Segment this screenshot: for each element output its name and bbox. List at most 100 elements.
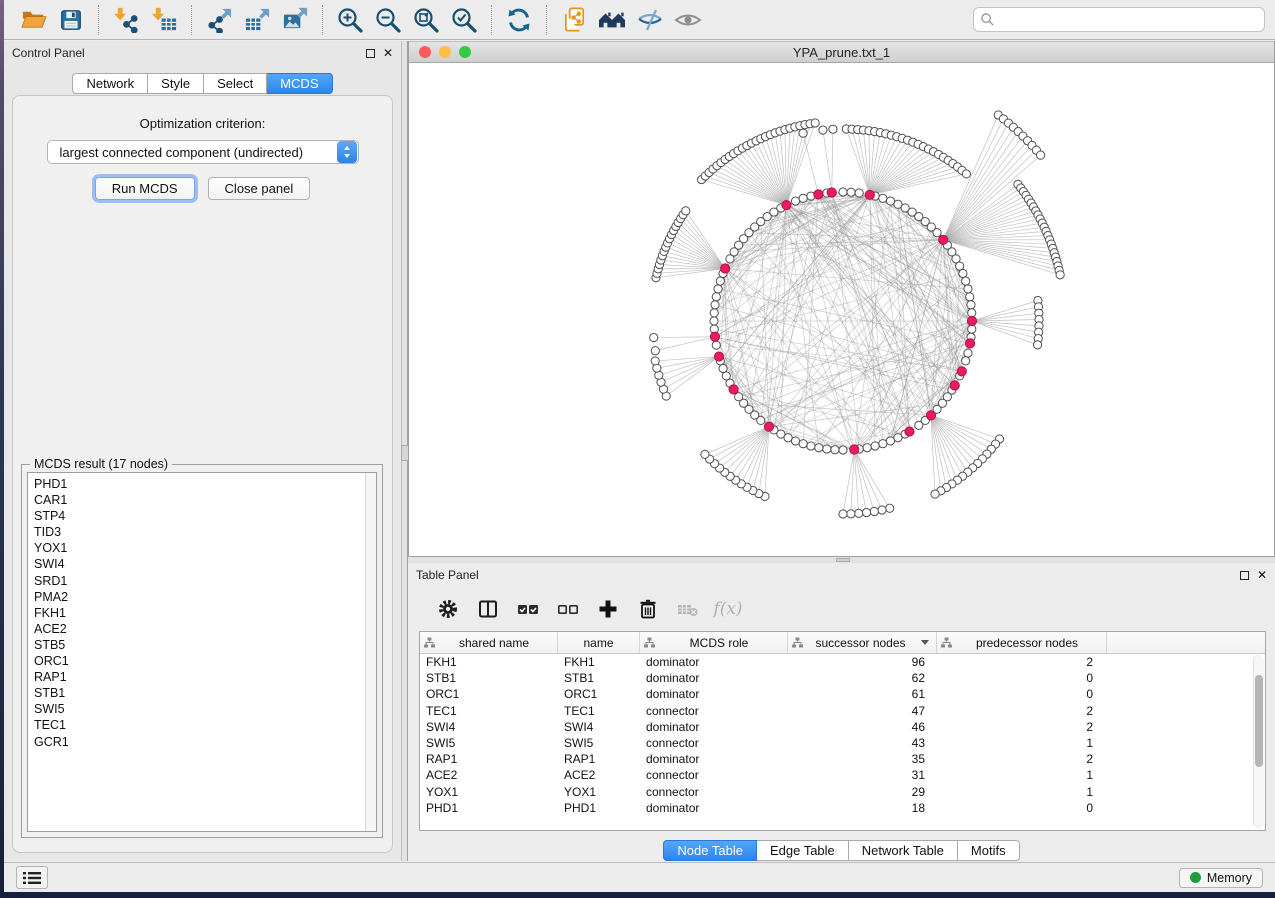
table-cell[interactable]: ACE2 [558, 767, 640, 783]
import-network-icon[interactable] [107, 4, 145, 36]
mcds-result-item[interactable]: PHD1 [34, 476, 376, 492]
select-all-icon[interactable] [508, 594, 548, 624]
save-session-icon[interactable] [52, 4, 90, 36]
table-cell[interactable]: PHD1 [420, 800, 558, 816]
import-table-icon[interactable] [145, 4, 183, 36]
mcds-result-item[interactable]: ACE2 [34, 621, 376, 637]
table-row[interactable]: ACE2ACE2connector311 [420, 767, 1252, 783]
export-network-icon[interactable] [200, 4, 238, 36]
table-cell[interactable]: connector [640, 703, 788, 719]
table-tab-edge-table[interactable]: Edge Table [757, 840, 849, 861]
table-cell[interactable]: TEC1 [558, 703, 640, 719]
deselect-all-icon[interactable] [548, 594, 588, 624]
close-panel-button[interactable]: Close panel [208, 177, 311, 200]
mcds-result-item[interactable]: TID3 [34, 524, 376, 540]
table-cell[interactable]: dominator [640, 719, 788, 735]
table-cell[interactable]: 96 [788, 654, 937, 670]
sort-chevron-icon[interactable] [921, 640, 929, 645]
mcds-result-item[interactable]: ORC1 [34, 653, 376, 669]
table-cell[interactable]: 2 [937, 654, 1107, 670]
table-cell[interactable]: 1 [937, 784, 1107, 800]
zoom-selected-icon[interactable] [445, 4, 483, 36]
table-cell[interactable]: 2 [937, 703, 1107, 719]
network-canvas[interactable] [409, 63, 1274, 556]
table-cell[interactable]: SWI4 [558, 719, 640, 735]
table-scrollbar-thumb[interactable] [1255, 675, 1263, 767]
close-panel-icon[interactable]: ✕ [383, 48, 393, 58]
show-all-icon[interactable] [669, 4, 707, 36]
table-cell[interactable]: SWI5 [420, 735, 558, 751]
open-session-icon[interactable] [14, 4, 52, 36]
table-cell[interactable]: ORC1 [420, 686, 558, 702]
mcds-result-item[interactable]: FKH1 [34, 605, 376, 621]
splitter-grip[interactable] [836, 558, 850, 562]
table-cell[interactable]: TEC1 [420, 703, 558, 719]
table-cell[interactable]: YOX1 [558, 784, 640, 800]
table-cell[interactable]: 43 [788, 735, 937, 751]
mcds-result-item[interactable]: SRD1 [34, 573, 376, 589]
zoom-in-icon[interactable] [331, 4, 369, 36]
table-cell[interactable]: PHD1 [558, 800, 640, 816]
table-cell[interactable]: 2 [937, 751, 1107, 767]
table-row[interactable]: SWI4SWI4dominator462 [420, 719, 1252, 735]
table-row[interactable]: YOX1YOX1connector291 [420, 784, 1252, 800]
table-cell[interactable]: dominator [640, 751, 788, 767]
table-row[interactable]: ORC1ORC1dominator610 [420, 686, 1252, 702]
column-header-MCDS-role[interactable]: MCDS role [640, 632, 788, 653]
table-row[interactable]: SWI5SWI5connector431 [420, 735, 1252, 751]
table-cell[interactable]: RAP1 [558, 751, 640, 767]
table-cell[interactable]: 2 [937, 719, 1107, 735]
zoom-out-icon[interactable] [369, 4, 407, 36]
tab-mcds[interactable]: MCDS [267, 73, 332, 94]
mcds-result-item[interactable]: YOX1 [34, 540, 376, 556]
mcds-result-item[interactable]: TEC1 [34, 717, 376, 733]
table-cell[interactable]: 62 [788, 670, 937, 686]
table-row[interactable]: TEC1TEC1connector472 [420, 703, 1252, 719]
table-cell[interactable]: 46 [788, 719, 937, 735]
table-cell[interactable]: RAP1 [420, 751, 558, 767]
mcds-result-item[interactable]: STP4 [34, 508, 376, 524]
first-neighbors-icon[interactable] [593, 4, 631, 36]
table-cell[interactable]: 61 [788, 686, 937, 702]
table-cell[interactable]: 0 [937, 686, 1107, 702]
table-cell[interactable]: SWI5 [558, 735, 640, 751]
table-cell[interactable]: connector [640, 784, 788, 800]
task-history-button[interactable] [16, 866, 48, 889]
search-field[interactable] [973, 7, 1265, 32]
clone-network-icon[interactable] [555, 4, 593, 36]
table-row[interactable]: FKH1FKH1dominator962 [420, 654, 1252, 670]
table-cell[interactable]: 18 [788, 800, 937, 816]
column-header-successor-nodes[interactable]: successor nodes [788, 632, 937, 653]
refresh-view-icon[interactable] [500, 4, 538, 36]
table-cell[interactable]: FKH1 [558, 654, 640, 670]
column-header-name[interactable]: name [558, 632, 640, 653]
export-table-icon[interactable] [238, 4, 276, 36]
close-panel-icon[interactable]: ✕ [1257, 570, 1267, 580]
float-panel-icon[interactable] [1240, 571, 1249, 580]
table-options-icon[interactable] [428, 594, 468, 624]
table-cell[interactable]: dominator [640, 800, 788, 816]
table-cell[interactable]: ORC1 [558, 686, 640, 702]
table-row[interactable]: STB1STB1dominator620 [420, 670, 1252, 686]
table-row[interactable]: RAP1RAP1dominator352 [420, 751, 1252, 767]
table-cell[interactable]: dominator [640, 654, 788, 670]
export-image-icon[interactable] [276, 4, 314, 36]
table-cell[interactable]: 31 [788, 767, 937, 783]
table-scrollbar[interactable] [1253, 655, 1264, 828]
tab-network[interactable]: Network [72, 73, 148, 94]
criterion-dropdown[interactable]: largest connected component (undirected) [47, 140, 359, 164]
table-tab-network-table[interactable]: Network Table [849, 840, 958, 861]
mcds-result-item[interactable]: STB5 [34, 637, 376, 653]
toggle-columns-icon[interactable] [468, 594, 508, 624]
memory-button[interactable]: Memory [1179, 868, 1263, 888]
table-tab-motifs[interactable]: Motifs [958, 840, 1020, 861]
tab-select[interactable]: Select [204, 73, 267, 94]
delete-column-icon[interactable] [628, 594, 668, 624]
mcds-result-item[interactable]: CAR1 [34, 492, 376, 508]
table-cell[interactable]: 0 [937, 800, 1107, 816]
column-header-predecessor-nodes[interactable]: predecessor nodes [937, 632, 1107, 653]
table-tab-node-table[interactable]: Node Table [663, 840, 757, 861]
search-input[interactable] [995, 12, 1258, 28]
table-cell[interactable]: connector [640, 767, 788, 783]
table-row[interactable]: PHD1PHD1dominator180 [420, 800, 1252, 816]
